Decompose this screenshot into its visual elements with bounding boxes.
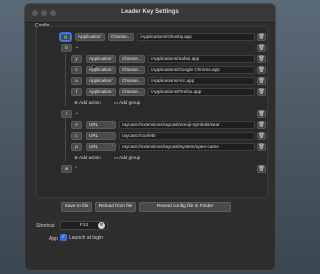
action-key-field[interactable]: a bbox=[71, 77, 82, 85]
action-key-field[interactable]: p bbox=[71, 143, 82, 151]
add-action-label: Add action bbox=[79, 155, 101, 160]
trash-icon[interactable]: 🗑 bbox=[257, 66, 266, 74]
add-row: ⊕Add action ▭Add group bbox=[37, 99, 267, 107]
action-value-field[interactable]: /Applications/Google Chrome.app bbox=[148, 66, 255, 74]
group-tree-line bbox=[65, 53, 66, 106]
chevron-down-icon[interactable]: ⌄ bbox=[75, 110, 79, 116]
shortcut-label: Shortcut bbox=[36, 223, 55, 229]
title-bar: Leader Key Settings bbox=[25, 4, 275, 23]
add-row: ⊕Add action ▭Add group bbox=[37, 154, 267, 162]
action-type-select[interactable]: URL ⌃ bbox=[86, 132, 116, 140]
chevron-updown-icon: ⌃ bbox=[110, 122, 114, 127]
action-key-field[interactable]: c bbox=[71, 132, 82, 140]
trash-icon[interactable]: 🗑 bbox=[257, 77, 266, 85]
add-action-label: Add action bbox=[79, 100, 101, 105]
action-key-field[interactable]: f bbox=[71, 88, 82, 96]
action-value-field[interactable]: raycast://extensions/raycast/system/open… bbox=[119, 143, 255, 151]
action-key-field[interactable]: e bbox=[71, 121, 82, 129]
action-type-select[interactable]: Application ⌃ bbox=[75, 33, 105, 41]
action-value-field[interactable]: raycast://extensions/raycast/emoji-symbo… bbox=[119, 121, 255, 129]
action-type-value: URL bbox=[89, 144, 99, 149]
action-row: g Application ⌃ Choose.../Applications/Ghos… bbox=[37, 33, 267, 41]
trash-icon[interactable]: 🗑 bbox=[257, 132, 266, 140]
action-type-select[interactable]: Application ⌃ bbox=[86, 55, 116, 63]
action-value-field[interactable]: /Applications/Safari.app bbox=[148, 55, 255, 63]
trash-icon[interactable]: 🗑 bbox=[257, 33, 266, 41]
mouse-cursor-icon: ➤ bbox=[91, 63, 97, 71]
shortcut-value: F12 bbox=[79, 223, 89, 228]
action-value-field[interactable]: raycast://confetti bbox=[119, 132, 255, 140]
chevron-updown-icon: ⌃ bbox=[110, 78, 114, 83]
group-tree-line bbox=[65, 119, 66, 161]
choose-button[interactable]: Choose... bbox=[119, 55, 145, 63]
action-type-select[interactable]: Application ⌃ bbox=[86, 77, 116, 85]
clear-shortcut-icon[interactable]: × bbox=[98, 222, 105, 229]
settings-window: Leader Key Settings Config gApplication⌃… bbox=[24, 3, 276, 271]
group-key-field[interactable]: w bbox=[61, 165, 72, 173]
action-key-field[interactable]: g bbox=[60, 33, 71, 41]
trash-icon[interactable]: 🗑 bbox=[257, 44, 266, 52]
choose-button[interactable]: Choose... bbox=[119, 66, 145, 74]
chevron-updown-icon: ⌃ bbox=[110, 133, 114, 138]
trash-icon[interactable]: 🗑 bbox=[257, 55, 266, 63]
trash-icon[interactable]: 🗑 bbox=[257, 143, 266, 151]
action-type-value: URL bbox=[89, 133, 99, 138]
launch-at-login-checkbox[interactable]: ✓ bbox=[60, 234, 67, 241]
trash-icon[interactable]: 🗑 bbox=[257, 88, 266, 96]
chevron-down-icon[interactable]: ⌄ bbox=[75, 44, 79, 50]
group-key-field[interactable]: b bbox=[61, 44, 72, 52]
group-row: r ⌄ 🗑 bbox=[37, 110, 267, 118]
action-value-field[interactable]: /Applications/Firefox.app bbox=[148, 88, 255, 96]
action-row: c URL ⌃ raycast://confetti 🗑 bbox=[37, 132, 267, 140]
action-type-value: Application bbox=[89, 78, 112, 83]
action-key-field[interactable]: c bbox=[71, 66, 82, 74]
save-to-file-button[interactable]: Save to file bbox=[61, 202, 92, 212]
action-type-select[interactable]: Application ⌃ bbox=[86, 88, 116, 96]
trash-icon[interactable]: 🗑 bbox=[257, 121, 266, 129]
add-group-button[interactable]: ▭Add group bbox=[113, 154, 140, 162]
action-row: p URL ⌃ raycast://extensions/raycast/system… bbox=[37, 143, 267, 151]
action-type-value: URL bbox=[89, 122, 99, 127]
action-value-field[interactable]: /Applications/Ghostty.app bbox=[137, 33, 255, 41]
chevron-updown-icon: ⌃ bbox=[110, 56, 114, 61]
add-group-button[interactable]: ▭Add group bbox=[113, 99, 140, 107]
reveal-config-button[interactable]: Reveal config file in Finder bbox=[139, 202, 231, 212]
action-row: f Application ⌃ Choose.../Applications/Fire… bbox=[37, 88, 267, 96]
chevron-updown-icon: ⌃ bbox=[110, 144, 114, 149]
action-row: a Application ⌃ Choose.../Applications/Arc.… bbox=[37, 77, 267, 85]
add-action-button[interactable]: ⊕Add action bbox=[73, 99, 101, 107]
action-row: y Application ⌃ Choose.../Applications/Safa… bbox=[37, 55, 267, 63]
choose-button[interactable]: Choose... bbox=[119, 77, 145, 85]
window-title: Leader Key Settings bbox=[121, 9, 179, 15]
trash-icon[interactable]: 🗑 bbox=[257, 165, 266, 173]
group-row: b ⌄ 🗑 bbox=[37, 44, 267, 52]
reload-from-file-button[interactable]: Reload from file bbox=[95, 202, 136, 212]
action-type-value: Application bbox=[89, 89, 112, 94]
action-value-field[interactable]: /Applications/Arc.app bbox=[148, 77, 255, 85]
action-type-value: Application bbox=[89, 56, 112, 61]
action-type-value: Application bbox=[78, 34, 101, 39]
app-label: App bbox=[49, 236, 58, 242]
action-type-select[interactable]: URL ⌃ bbox=[86, 121, 116, 129]
choose-button[interactable]: Choose... bbox=[119, 88, 145, 96]
action-type-select[interactable]: URL ⌃ bbox=[86, 143, 116, 151]
add-group-label: Add group bbox=[119, 155, 141, 160]
choose-button[interactable]: Choose... bbox=[108, 33, 134, 41]
action-key-field[interactable]: y bbox=[71, 55, 82, 63]
add-action-button[interactable]: ⊕Add action bbox=[73, 154, 101, 162]
chevron-right-icon[interactable]: › bbox=[75, 165, 77, 171]
group-row: w › 🗑 bbox=[37, 165, 267, 173]
chevron-updown-icon: ⌃ bbox=[110, 89, 114, 94]
action-row: e URL ⌃ raycast://extensions/raycast/emoji-… bbox=[37, 121, 267, 129]
add-group-label: Add group bbox=[119, 100, 141, 105]
group-key-field[interactable]: r bbox=[61, 110, 72, 118]
trash-icon[interactable]: 🗑 bbox=[257, 110, 266, 118]
chevron-updown-icon: ⌃ bbox=[99, 34, 103, 39]
action-row: c Application ⌃ Choose.../Applications/Goog… bbox=[37, 66, 267, 74]
config-tree: g Application ⌃ Choose.../Applications/Ghos… bbox=[36, 26, 268, 198]
chevron-updown-icon: ⌃ bbox=[110, 67, 114, 72]
launch-at-login-label: Launch at login bbox=[69, 235, 103, 241]
